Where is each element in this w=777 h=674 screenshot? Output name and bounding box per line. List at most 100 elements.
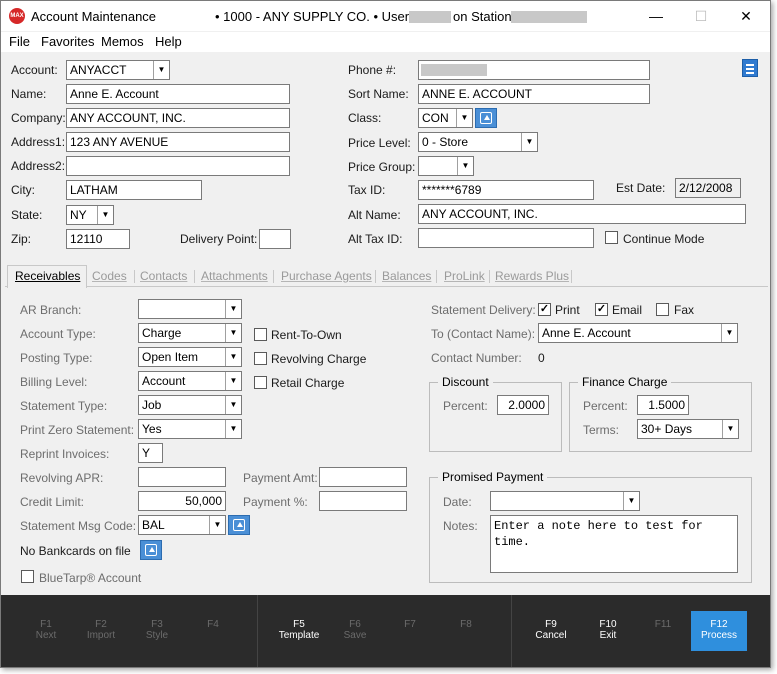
statement-msg-code-combo[interactable]: BAL ▼: [138, 515, 226, 535]
promised-date-combo[interactable]: ▼: [490, 491, 640, 511]
statement-msg-lookup-button[interactable]: [228, 515, 250, 535]
menu-icon[interactable]: [742, 59, 758, 77]
chevron-down-icon[interactable]: ▼: [209, 516, 225, 534]
menu-memos[interactable]: Memos: [101, 34, 144, 49]
f6-save-button[interactable]: F6 Save: [327, 619, 383, 641]
phone-field[interactable]: [418, 60, 650, 80]
f11-button[interactable]: F11: [635, 619, 691, 630]
chevron-down-icon[interactable]: ▼: [97, 206, 113, 224]
chevron-down-icon[interactable]: ▼: [623, 492, 639, 510]
chevron-down-icon[interactable]: ▼: [225, 420, 241, 438]
posting-type-combo[interactable]: Open Item ▼: [138, 347, 242, 367]
revolving-charge-checkbox[interactable]: [254, 352, 267, 365]
f8-button[interactable]: F8: [438, 619, 494, 630]
price-level-combo[interactable]: 0 - Store ▼: [418, 132, 538, 152]
phone-label: Phone #:: [348, 63, 397, 77]
class-lookup-button[interactable]: [475, 108, 497, 128]
f7-button[interactable]: F7: [382, 619, 438, 630]
revolving-apr-field[interactable]: [138, 467, 226, 487]
class-value: CON: [422, 111, 449, 125]
tab-prolink[interactable]: ProLink: [444, 269, 485, 283]
tax-id-label: Tax ID:: [348, 183, 386, 197]
zip-field[interactable]: 12110: [66, 229, 130, 249]
tab-attachments[interactable]: Attachments: [201, 269, 268, 283]
finance-percent-field[interactable]: 1.5000: [637, 395, 689, 415]
f3-style-button[interactable]: F3 Style: [129, 619, 185, 641]
chevron-down-icon[interactable]: ▼: [456, 109, 472, 127]
print-zero-statement-combo[interactable]: Yes ▼: [138, 419, 242, 439]
discount-percent-field[interactable]: 2.0000: [497, 395, 549, 415]
email-checkbox[interactable]: ✓: [595, 303, 608, 316]
f12-process-button[interactable]: F12 Process: [691, 619, 747, 641]
tab-strip: Receivables Codes Contacts Attachments P…: [5, 265, 768, 288]
finance-terms-combo[interactable]: 30+ Days ▼: [637, 419, 739, 439]
retail-charge-checkbox[interactable]: [254, 376, 267, 389]
statement-type-combo[interactable]: Job ▼: [138, 395, 242, 415]
alt-name-field[interactable]: ANY ACCOUNT, INC.: [418, 204, 746, 224]
price-group-combo[interactable]: ▼: [418, 156, 474, 176]
to-contact-combo[interactable]: Anne E. Account ▼: [538, 323, 738, 343]
company-field[interactable]: ANY ACCOUNT, INC.: [66, 108, 290, 128]
state-combo[interactable]: NY ▼: [66, 205, 114, 225]
payment-pct-field[interactable]: [319, 491, 407, 511]
f9-cancel-button[interactable]: F9 Cancel: [523, 619, 579, 641]
notes-textarea[interactable]: Enter a note here to test for time.: [490, 515, 738, 573]
menu-favorites[interactable]: Favorites: [41, 34, 94, 49]
address1-field[interactable]: 123 ANY AVENUE: [66, 132, 290, 152]
chevron-down-icon[interactable]: ▼: [153, 61, 169, 79]
payment-amt-field[interactable]: [319, 467, 407, 487]
chevron-down-icon[interactable]: ▼: [225, 300, 241, 318]
tab-codes[interactable]: Codes: [92, 269, 127, 283]
chevron-down-icon[interactable]: ▼: [225, 324, 241, 342]
rent-to-own-checkbox[interactable]: [254, 328, 267, 341]
reprint-invoices-field[interactable]: Y: [138, 443, 163, 463]
menu-file[interactable]: File: [9, 34, 30, 49]
account-type-label: Account Type:: [20, 327, 96, 341]
f1-next-button[interactable]: F1 Next: [18, 619, 74, 641]
name-field[interactable]: Anne E. Account: [66, 84, 290, 104]
bluetarp-checkbox[interactable]: [21, 570, 34, 583]
chevron-down-icon[interactable]: ▼: [721, 324, 737, 342]
f4-button[interactable]: F4: [185, 619, 241, 630]
menu-help[interactable]: Help: [155, 34, 182, 49]
app-logo-icon: MAX: [9, 8, 25, 24]
chevron-down-icon[interactable]: ▼: [722, 420, 738, 438]
account-type-combo[interactable]: Charge ▼: [138, 323, 242, 343]
maximize-button[interactable]: ☐: [678, 1, 724, 31]
address2-field[interactable]: [66, 156, 290, 176]
chevron-down-icon[interactable]: ▼: [225, 372, 241, 390]
tab-balances[interactable]: Balances: [382, 269, 431, 283]
credit-limit-field[interactable]: 50,000: [138, 491, 226, 511]
f10-exit-button[interactable]: F10 Exit: [580, 619, 636, 641]
delivery-point-field[interactable]: [259, 229, 291, 249]
ar-branch-combo[interactable]: ▼: [138, 299, 242, 319]
chevron-down-icon[interactable]: ▼: [225, 348, 241, 366]
chevron-down-icon[interactable]: ▼: [457, 157, 473, 175]
tab-contacts[interactable]: Contacts: [140, 269, 187, 283]
f2-import-button[interactable]: F2 Import: [73, 619, 129, 641]
close-button[interactable]: ✕: [723, 1, 769, 31]
chevron-down-icon[interactable]: ▼: [521, 133, 537, 151]
statement-msg-code-value: BAL: [142, 518, 165, 532]
f5-template-button[interactable]: F5 Template: [271, 619, 327, 641]
billing-level-combo[interactable]: Account ▼: [138, 371, 242, 391]
window-title: Account Maintenance: [31, 9, 157, 24]
est-date-field: 2/12/2008: [675, 178, 741, 198]
tax-id-field[interactable]: *******6789: [418, 180, 594, 200]
tab-divider: [134, 270, 135, 283]
sort-name-field[interactable]: ANNE E. ACCOUNT: [418, 84, 650, 104]
print-label: Print: [555, 303, 580, 317]
chevron-down-icon[interactable]: ▼: [225, 396, 241, 414]
class-combo[interactable]: CON ▼: [418, 108, 473, 128]
tab-rewards-plus[interactable]: Rewards Plus: [495, 269, 569, 283]
tab-purchase-agents[interactable]: Purchase Agents: [281, 269, 372, 283]
minimize-button[interactable]: —: [633, 1, 679, 31]
city-field[interactable]: LATHAM: [66, 180, 202, 200]
fax-checkbox[interactable]: [656, 303, 669, 316]
alt-tax-id-field[interactable]: [418, 228, 594, 248]
print-checkbox[interactable]: ✓: [538, 303, 551, 316]
tab-receivables[interactable]: Receivables: [15, 269, 80, 283]
continue-mode-checkbox[interactable]: [605, 231, 618, 244]
bankcards-button[interactable]: [140, 540, 162, 560]
account-combo[interactable]: ANYACCT ▼: [66, 60, 170, 80]
